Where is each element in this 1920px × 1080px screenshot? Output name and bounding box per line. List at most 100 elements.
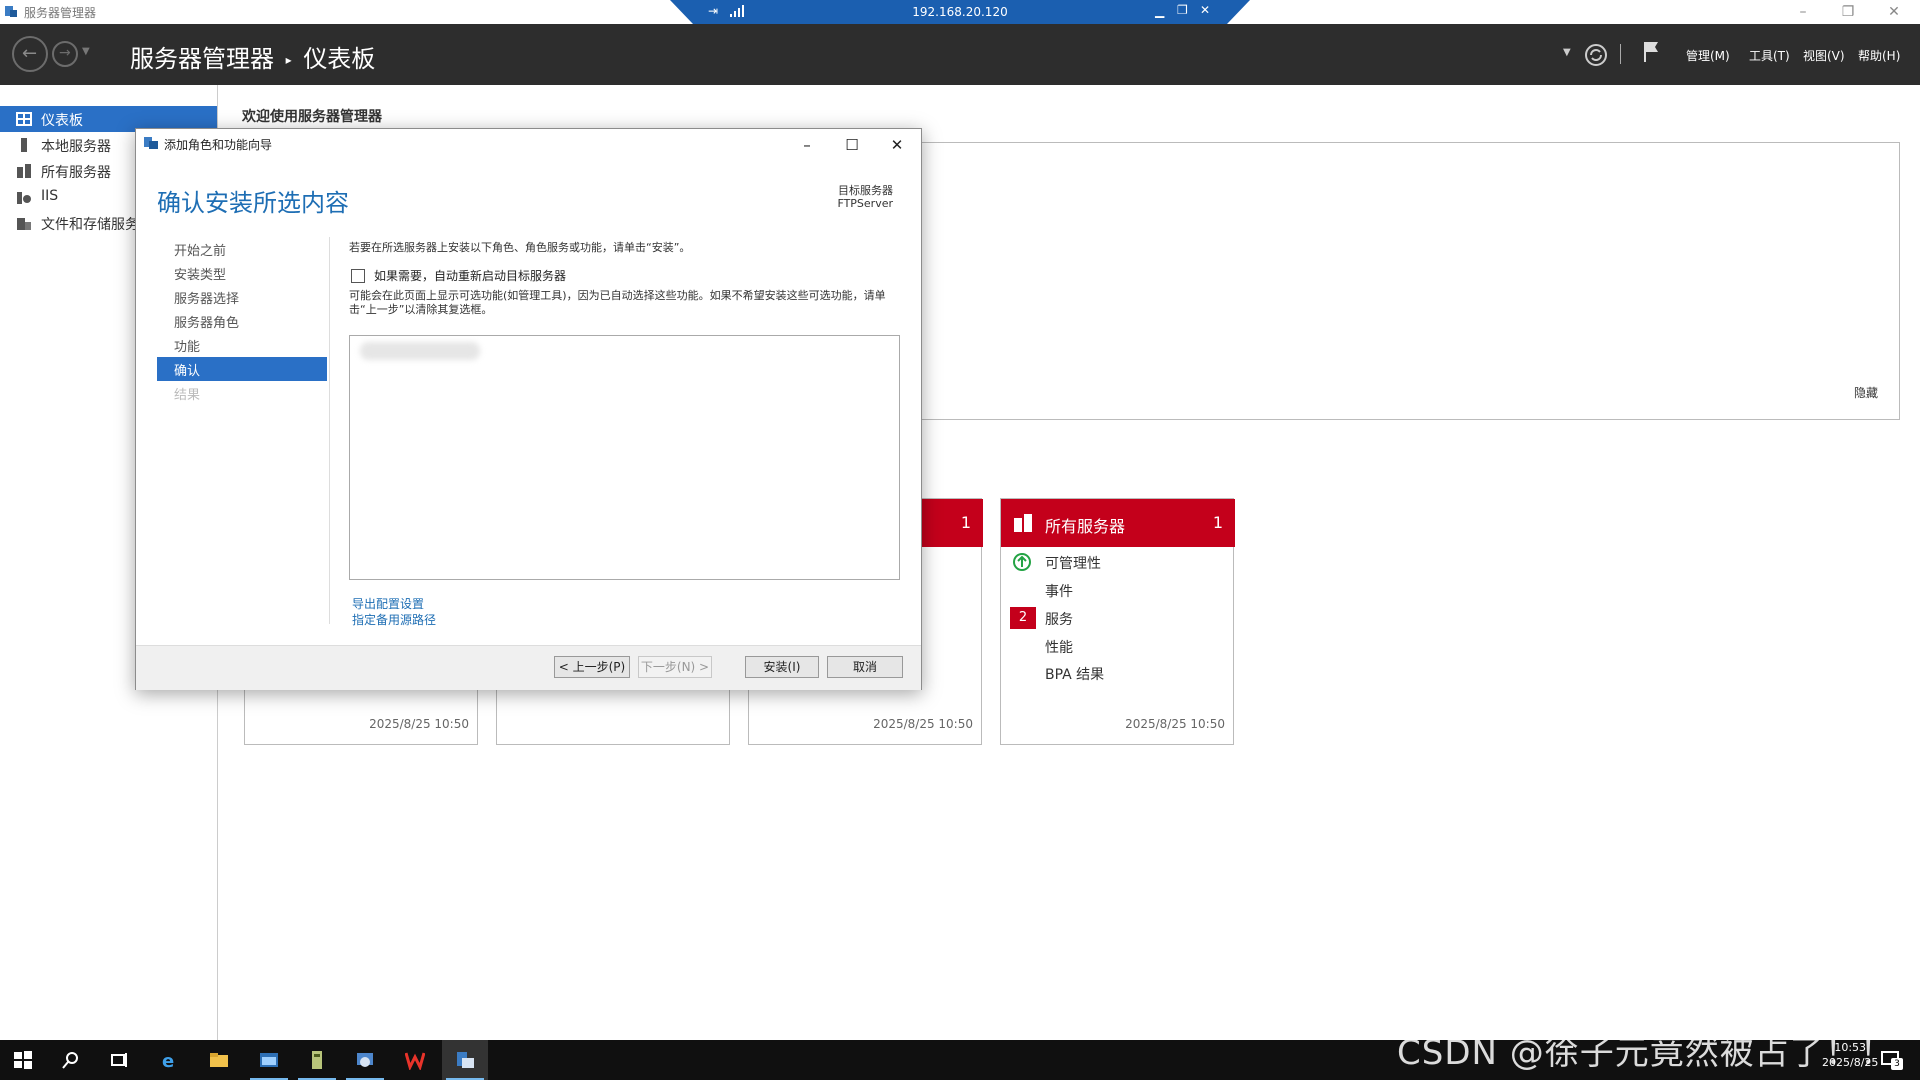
next-button: 下一步(N) > <box>638 656 712 678</box>
sidebar-item-label: 本地服务器 <box>41 139 111 155</box>
export-config-link[interactable]: 导出配置设置 <box>352 595 424 612</box>
wizard-step-confirmation[interactable]: 确认 <box>157 357 327 381</box>
redacted-feature-item <box>360 342 480 360</box>
iis-icon <box>17 192 31 204</box>
notifications-flag-icon[interactable] <box>1642 40 1660 64</box>
wizard-step-installation-type[interactable]: 安装类型 <box>157 261 327 285</box>
search-icon <box>62 1052 78 1069</box>
close-window-button[interactable]: ✕ <box>1884 2 1904 22</box>
wizard-step-before-you-begin[interactable]: 开始之前 <box>157 237 327 261</box>
rdp-minimize-button[interactable]: ▁ <box>1155 4 1164 18</box>
server-manager-app-icon <box>5 6 17 17</box>
step-label: 开始之前 <box>174 244 227 259</box>
sidebar-item-label: 所有服务器 <box>41 165 111 181</box>
optional-features-note: 可能会在此页面上显示可选功能(如管理工具)，因为已自动选择这些功能。如果不希望安… <box>349 289 886 316</box>
rdp-restore-button[interactable]: ❐ <box>1177 3 1188 17</box>
taskbar-internet-explorer[interactable]: e <box>146 1040 192 1080</box>
install-button[interactable]: 安装(I) <box>745 656 819 678</box>
step-label: 确认 <box>174 364 201 379</box>
refresh-icon[interactable] <box>1584 43 1608 67</box>
start-button[interactable] <box>0 1040 46 1080</box>
ie-icon: e <box>162 1051 174 1070</box>
taskbar-server[interactable] <box>294 1040 340 1080</box>
tile-timestamp: 2025/8/25 10:50 <box>369 717 469 731</box>
file-storage-icon <box>17 218 31 230</box>
arrow-right-icon: → <box>59 45 71 61</box>
history-dropdown-icon[interactable]: ▼ <box>82 46 90 57</box>
csdn-watermark: CSDN @徐子元竟然被占了！！ <box>1397 1033 1895 1073</box>
dialog-close-button[interactable]: ✕ <box>875 131 919 159</box>
breadcrumb-root[interactable]: 服务器管理器 <box>130 45 274 73</box>
tile-row-bpa[interactable]: BPA 结果 <box>1045 664 1104 684</box>
all-servers-icon <box>17 164 31 178</box>
sidebar-item-label: 文件和存储服务 <box>41 217 139 233</box>
tile-header[interactable]: 所有服务器 1 <box>1001 499 1235 547</box>
tile-row-performance[interactable]: 性能 <box>1045 637 1073 657</box>
tile-row-services[interactable]: 服务 <box>1045 609 1073 629</box>
minimize-window-button[interactable]: – <box>1793 2 1813 22</box>
auto-restart-label[interactable]: 如果需要，自动重新启动目标服务器 <box>374 267 566 284</box>
taskbar-cmd[interactable] <box>246 1040 292 1080</box>
wizard-step-results: 结果 <box>157 381 327 405</box>
taskbar-search[interactable] <box>48 1040 94 1080</box>
selected-features-list[interactable] <box>349 335 900 580</box>
wizard-step-server-selection[interactable]: 服务器选择 <box>157 285 327 309</box>
previous-button[interactable]: < 上一步(P) <box>554 656 630 678</box>
step-label: 服务器选择 <box>174 292 240 307</box>
menu-view[interactable]: 视图(V) <box>1803 47 1845 64</box>
menu-help[interactable]: 帮助(H) <box>1858 47 1900 64</box>
taskbar-server-manager[interactable] <box>442 1040 488 1080</box>
app-header: ← → ▼ 服务器管理器 ▸ 仪表板 ▼ 管理(M) 工具(T) 视图(V) 帮… <box>0 24 1920 85</box>
taskbar-tools[interactable] <box>342 1040 388 1080</box>
tile-row-events[interactable]: 事件 <box>1045 581 1073 601</box>
services-alert-badge: 2 <box>1010 607 1036 629</box>
wizard-step-server-roles[interactable]: 服务器角色 <box>157 309 327 333</box>
auto-restart-checkbox[interactable] <box>351 269 365 283</box>
wizard-step-features[interactable]: 功能 <box>157 333 327 357</box>
restore-window-button[interactable]: ❐ <box>1838 2 1858 22</box>
taskbar-file-explorer[interactable] <box>196 1040 242 1080</box>
all-servers-tile[interactable]: 所有服务器 1 可管理性 事件 2 服务 性能 BPA 结果 2025/8/25… <box>1000 498 1235 745</box>
rdp-connection-bar: ⇥ 192.168.20.120 ▁ ❐ ✕ <box>670 0 1250 24</box>
arrow-left-icon: ← <box>22 43 38 64</box>
sidebar-item-label: IIS <box>41 188 59 204</box>
task-view-icon <box>111 1053 127 1067</box>
breadcrumb: 服务器管理器 ▸ 仪表板 <box>130 39 375 74</box>
menu-tools[interactable]: 工具(T) <box>1749 47 1790 64</box>
server-icon <box>312 1051 322 1069</box>
dialog-minimize-button[interactable]: – <box>785 131 829 159</box>
header-dropdown-icon[interactable]: ▼ <box>1563 47 1571 58</box>
wps-icon <box>405 1052 425 1070</box>
window-title: 服务器管理器 <box>24 6 97 20</box>
hide-welcome-link[interactable]: 隐藏 <box>1854 384 1878 401</box>
wizard-divider <box>329 237 330 624</box>
welcome-heading: 欢迎使用服务器管理器 <box>242 109 382 125</box>
step-label: 功能 <box>174 340 201 355</box>
header-divider <box>1620 44 1621 64</box>
tile-title: 所有服务器 <box>1045 517 1126 536</box>
server-manager-icon <box>457 1052 474 1068</box>
dashboard-icon <box>16 112 32 126</box>
rdp-close-button[interactable]: ✕ <box>1200 3 1210 17</box>
alternate-source-path-link[interactable]: 指定备用源路径 <box>352 611 436 628</box>
tile-count: 1 <box>960 513 971 532</box>
add-roles-wizard-dialog: 添加角色和功能向导 – ☐ ✕ 确认安装所选内容 目标服务器 FTPServer… <box>135 128 922 690</box>
cancel-button[interactable]: 取消 <box>827 656 903 678</box>
target-server-label: 目标服务器 <box>838 184 893 197</box>
local-server-icon <box>21 138 27 152</box>
menu-manage[interactable]: 管理(M) <box>1686 47 1730 64</box>
back-button[interactable]: ← <box>12 36 48 72</box>
start-icon <box>14 1051 32 1069</box>
manageability-ok-icon <box>1013 553 1031 571</box>
step-label: 结果 <box>174 388 201 403</box>
forward-button[interactable]: → <box>52 41 78 67</box>
taskbar-task-view[interactable] <box>96 1040 142 1080</box>
tools-icon <box>357 1053 373 1067</box>
breadcrumb-page: 仪表板 <box>303 45 376 73</box>
target-server-name: FTPServer <box>837 197 893 210</box>
wizard-page-heading: 确认安装所选内容 <box>157 189 349 217</box>
dialog-maximize-button[interactable]: ☐ <box>830 131 874 159</box>
taskbar-wps[interactable] <box>392 1040 438 1080</box>
all-servers-icon <box>1014 514 1032 532</box>
tile-row-manageability[interactable]: 可管理性 <box>1045 553 1101 573</box>
